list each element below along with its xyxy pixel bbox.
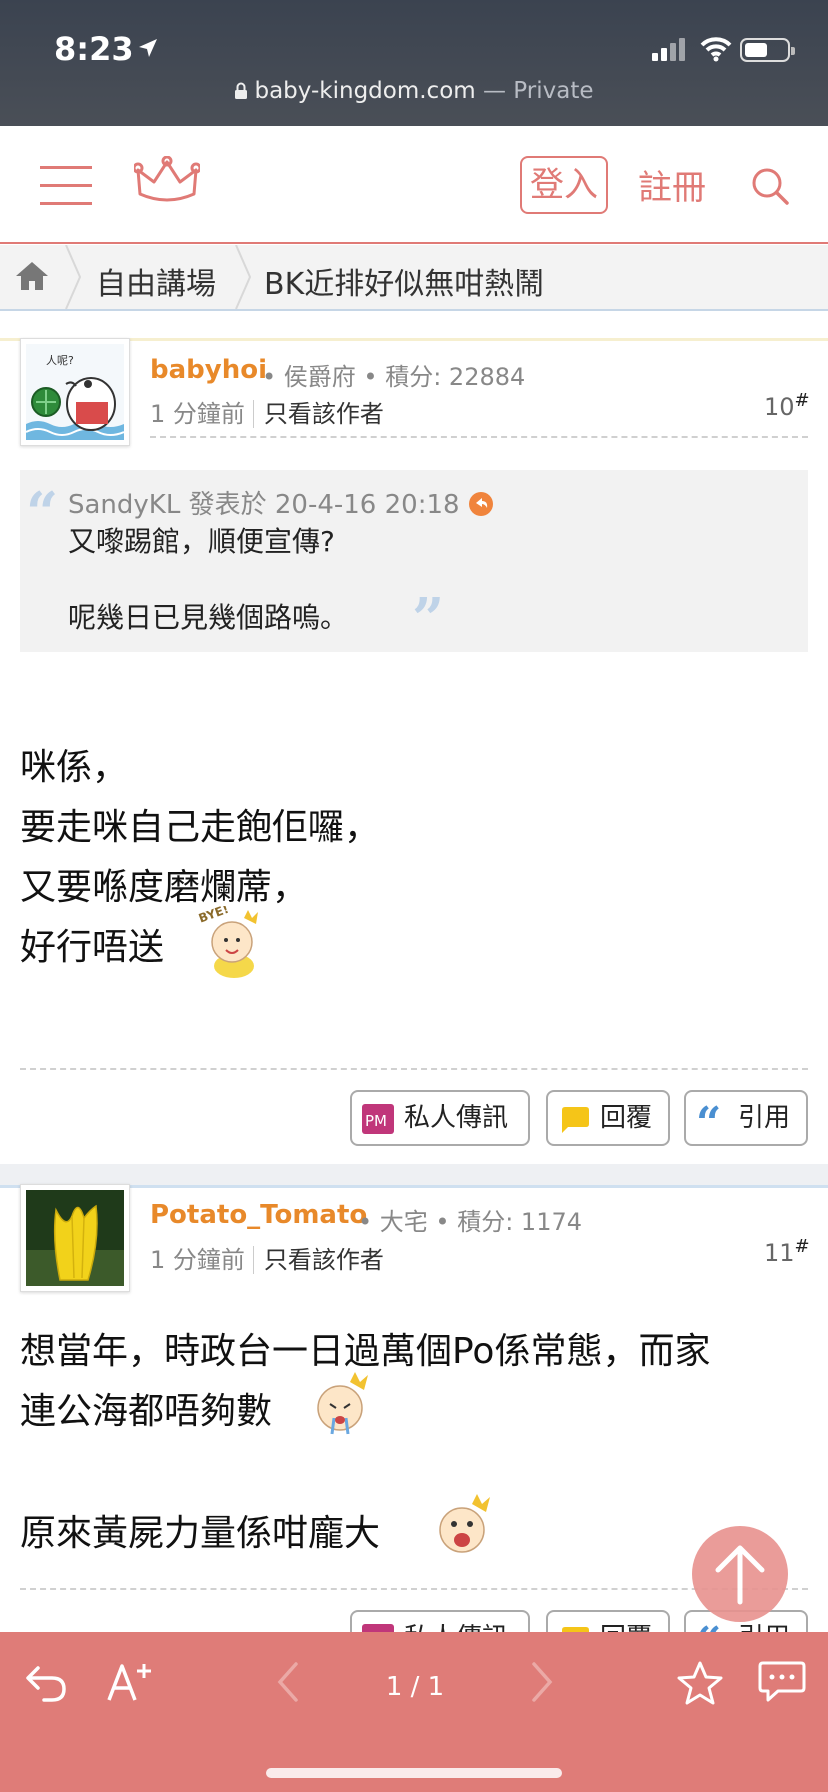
post-time-row: 1 分鐘前 只看該作者 [150,394,384,429]
only-author-link[interactable]: 只看該作者 [252,1246,384,1274]
post-body-line: 咪係， [20,747,129,788]
breadcrumb-thread-title[interactable]: BK近排好似無咁熱鬧 [264,259,544,303]
quote-author-line: SandyKL 發表於 20-4-16 20:18 [68,484,494,521]
comment-icon[interactable] [758,1660,806,1704]
post-body-line: 要走咪自己走飽佢囉， [20,807,381,848]
shocked-emoji-icon [439,1494,490,1553]
avatar-flower-image [26,1190,124,1286]
author-rank: 大宅 [379,1208,428,1236]
only-author-link[interactable]: 只看該作者 [252,400,384,428]
post-body-line: 想當年，時政台一日過萬個Po係常態，而家 [20,1331,711,1372]
jump-to-post-icon[interactable] [468,491,494,517]
quote-icon: “ [696,1104,721,1134]
reply-icon [562,1106,589,1133]
open-quote-icon: “ [26,480,59,546]
private-label: — Private [475,78,594,104]
quote-button[interactable]: “ 引用 [684,1090,808,1146]
post-body-line: 好行唔送 [20,927,165,968]
reply-button[interactable]: 回覆 [546,1090,670,1146]
quote-line: 又嚟踢館，順便宣傳? [68,525,335,558]
quote-block: “ SandyKL 發表於 20-4-16 20:18 又嚟踢館，順便宣傳? 呢… [20,470,808,652]
wifi-icon [700,37,732,62]
quote-label: 引用 [738,1103,791,1133]
back-undo-icon[interactable] [24,1660,68,1704]
pm-icon: PM [362,1103,394,1134]
search-icon[interactable] [750,166,790,206]
site-header: 登入 註冊 [0,126,828,244]
post-body-line: 原來黃屍力量係咁龐大 [20,1513,381,1554]
svg-text:“: “ [696,1104,721,1134]
star-favorite-icon[interactable] [676,1660,724,1706]
lock-icon [235,82,248,99]
register-button[interactable]: 註冊 [638,160,706,209]
home-icon[interactable] [14,259,50,293]
breadcrumb-forum-link[interactable]: 自由講場 [96,259,216,303]
post-author-name[interactable]: Potato_Tomato [150,1200,367,1230]
previous-page-icon[interactable] [274,1660,304,1704]
location-arrow-icon [139,39,157,57]
login-button[interactable]: 登入 [520,156,608,214]
bye-emoji-icon: BYE! [198,906,258,978]
url-text: baby-kingdom.com [254,78,476,104]
post-time: 1 分鐘前 [150,400,245,428]
floor-value: 11 [764,1239,795,1267]
arrow-up-icon [715,1545,765,1605]
status-time: 8:23 [54,30,134,68]
floor-number: 11# [764,1236,810,1267]
post-time: 1 分鐘前 [150,1246,245,1274]
post-author-name[interactable]: babyhoi [150,355,267,385]
avatar[interactable] [20,1184,130,1292]
back-to-top-button[interactable] [692,1526,788,1622]
post-body-line: 又要喺度磨爛蓆， [20,867,309,908]
breadcrumb: 自由講場 BK近排好似無咁熱鬧 [0,245,828,311]
status-bar: 8:23 baby-kingdom.com — Private [0,0,828,126]
private-message-button[interactable]: PM 私人傳訊 [350,1090,530,1146]
author-meta: • 大宅 • 積分: 1174 [358,1208,583,1236]
divider [20,1588,808,1590]
signal-icon [652,38,688,61]
crown-logo-icon[interactable] [134,156,200,206]
close-quote-icon: ” [412,586,445,652]
svg-text:PM: PM [365,1112,387,1130]
page-indicator[interactable]: 1 / 1 [360,1672,470,1702]
font-size-icon[interactable] [106,1660,156,1704]
post-body-line: 連公海都唔夠數 [20,1391,273,1432]
reply-label: 回覆 [600,1103,653,1133]
author-rank: 侯爵府 [283,363,356,391]
next-page-icon[interactable] [526,1660,556,1704]
breadcrumb-separator [65,245,82,309]
menu-icon[interactable] [40,166,92,206]
quote-line: 呢幾日已見幾個路嗚。 [68,601,349,634]
svg-text:人呢?: 人呢? [46,354,74,367]
quote-author-text: SandyKL 發表於 20-4-16 20:18 [68,490,460,520]
floor-value: 10 [764,393,795,421]
home-indicator[interactable] [266,1768,562,1778]
author-score: 積分: 22884 [385,363,526,391]
breadcrumb-separator [235,245,252,309]
private-message-label: 私人傳訊 [404,1103,509,1133]
url-bar[interactable]: baby-kingdom.com — Private [0,78,828,104]
divider [20,1068,808,1070]
post-time-row: 1 分鐘前 只看該作者 [150,1240,384,1275]
author-score: 積分: 1174 [457,1208,583,1236]
avatar[interactable]: 人呢? [20,338,130,446]
divider [150,436,808,438]
avatar-cartoon-image: 人呢? [26,344,124,440]
crying-emoji-icon [317,1372,368,1435]
floor-number: 10# [764,390,810,421]
author-meta: • 侯爵府 • 積分: 22884 [262,363,526,391]
battery-icon [740,38,795,62]
bottom-toolbar: 1 / 1 [0,1632,828,1792]
